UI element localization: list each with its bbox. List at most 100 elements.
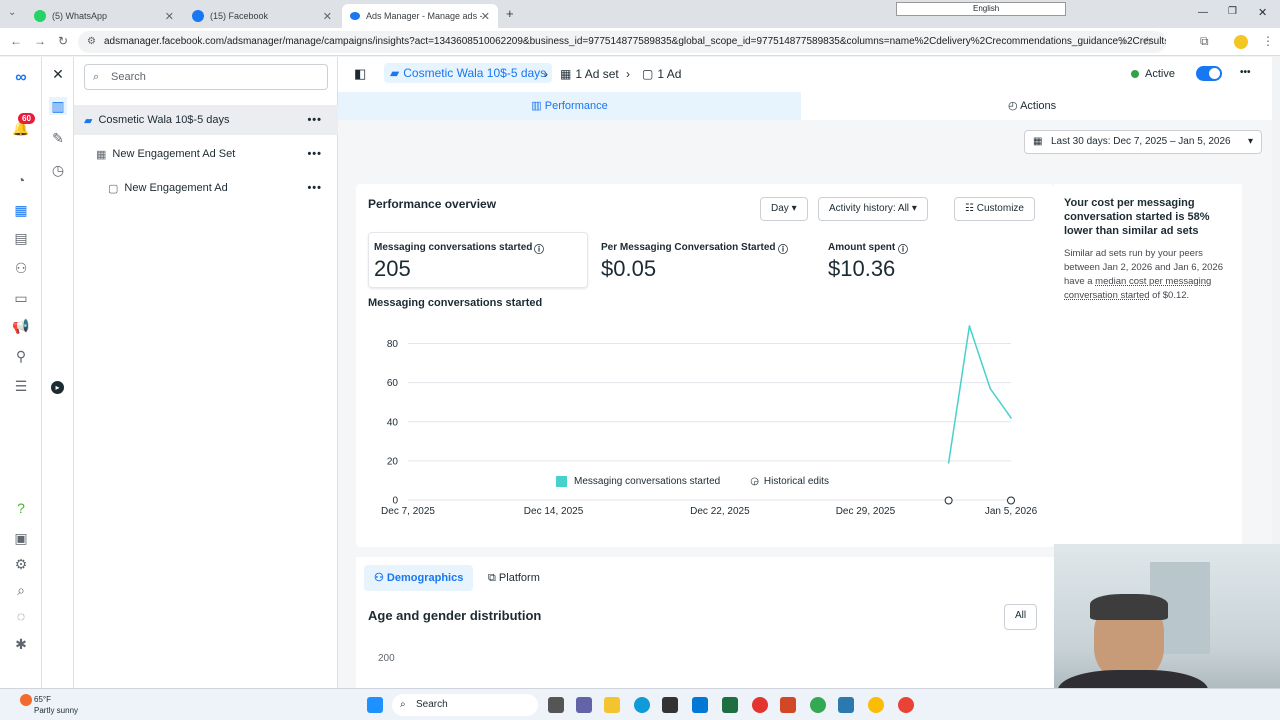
profile-avatar[interactable] [1234,35,1248,49]
start-icon[interactable] [367,697,383,713]
store-icon[interactable] [662,697,678,713]
chart-tool-icon[interactable]: ▥ [49,97,67,115]
notepad-icon[interactable] [838,697,854,713]
date-range-picker[interactable]: ▦ Last 30 days: Dec 7, 2025 – Jan 5, 202… [1024,130,1262,154]
meta-logo-icon[interactable]: ∞ [12,69,30,87]
extensions-icon[interactable]: ⧉ [1200,34,1209,49]
back-icon[interactable]: ← [10,34,22,48]
minimize-icon[interactable]: — [1198,7,1208,18]
metric-value: $0.05 [601,256,657,281]
folder-icon: ▰ [390,66,400,80]
more-options-icon[interactable]: ••• [307,182,322,194]
chrome-profile-2-icon[interactable] [898,697,914,713]
tab-demographics[interactable]: ⚇ Demographics [364,565,474,591]
tree-item-label: New Engagement Ad Set [112,148,236,160]
history-icon[interactable]: ◷ [49,161,67,179]
metric-value: $10.36 [828,256,896,281]
task-view-icon[interactable] [548,697,564,713]
tree-item-ad[interactable]: ▢ New Engagement Ad ••• [74,173,338,203]
search-icon: ⌕ [400,699,406,710]
audiences-icon[interactable]: ⚇ [12,259,30,277]
legend-series-label: Messaging conversations started [574,476,721,487]
taskbar-search[interactable]: ⌕ Search [392,694,538,716]
tab-facebook[interactable]: (15) Facebook ✕ [184,4,340,28]
maximize-icon[interactable]: ❐ [1228,6,1237,17]
tree-item-campaign[interactable]: ▰ Cosmetic Wala 10$-5 days ••• [74,105,338,135]
billing-icon[interactable]: ▭ [12,289,30,307]
tab-search-icon[interactable]: ⌄ [8,7,16,18]
chrome-menu-icon[interactable]: ⋮ [1262,34,1274,48]
weather-icon [20,694,32,706]
address-bar[interactable]: ⚙ adsmanager.facebook.com/adsmanager/man… [78,31,1166,53]
breadcrumb-adset-label: 1 Ad set [575,67,619,81]
more-options-icon[interactable]: ••• [1240,67,1251,78]
breadcrumb-adset[interactable]: ▦ 1 Ad set [560,67,619,81]
date-range-label: Last 30 days: Dec 7, 2025 – Jan 5, 2026 [1051,136,1231,147]
x-tick-label: Dec 14, 2025 [524,506,584,517]
y-tick-label: 80 [387,339,399,350]
close-panel-icon[interactable]: ✕ [49,65,67,83]
new-tab-icon[interactable]: + [506,6,514,21]
insight-heading: Your cost per messaging conversation sta… [1064,197,1210,237]
outlook-icon[interactable] [692,697,708,713]
reload-icon[interactable]: ↻ [58,34,68,48]
active-toggle[interactable] [1196,66,1222,81]
tab-ads-manager[interactable]: Ads Manager - Manage ads - C ✕ [342,4,498,28]
zoom-icon[interactable]: ⌕ [1120,34,1127,49]
settings-icon[interactable]: ⚙ [12,555,30,573]
teams-icon[interactable] [576,697,592,713]
news-icon[interactable]: ▣ [12,529,30,547]
breadcrumb-campaign[interactable]: ▰ Cosmetic Wala 10$-5 days [384,63,553,83]
account-icon[interactable]: ⚲ [12,347,30,365]
help-icon[interactable]: ? [12,499,30,517]
reports-icon[interactable]: ▤ [12,229,30,247]
weather-temp[interactable]: 65°F [34,695,51,704]
close-icon[interactable]: ✕ [165,10,174,23]
site-info-icon[interactable]: ⚙ [87,31,96,53]
more-options-icon[interactable]: ••• [307,148,322,160]
chrome-icon[interactable] [810,697,826,713]
historical-edit-marker-icon [1007,496,1015,505]
day-dropdown[interactable]: Day ▾ [760,197,808,221]
chrome-profile-icon[interactable] [868,697,884,713]
edit-icon[interactable]: ✎ [49,129,67,147]
gender-filter-dropdown[interactable]: All [1004,604,1038,630]
person-hat [1090,594,1168,620]
info-icon: ⓘ [778,245,788,256]
data-point [989,387,992,390]
toggle-panel-icon[interactable]: ◧ [354,66,366,82]
campaigns-table-icon[interactable]: ▦ [12,201,30,219]
bookmark-icon[interactable]: ☆ [1142,34,1153,48]
file-explorer-icon[interactable] [604,697,620,713]
customize-button[interactable]: ☷ Customize [954,197,1035,221]
search-icon[interactable]: ⌕ [12,581,30,599]
acrobat-icon[interactable] [752,697,768,713]
excel-icon[interactable] [722,697,738,713]
tab-whatsapp[interactable]: (5) WhatsApp ✕ [26,4,182,28]
messaging-line-chart: 0 20 40 60 80 Dec 7, 2025 Dec 14, 2025 Dec 22, … [381,325,1038,517]
tree-item-adset[interactable]: ▦ New Engagement Ad Set ••• [74,139,338,169]
more-options-icon[interactable]: ••• [307,114,322,126]
tab-platform[interactable]: ⧉ Platform [488,565,540,591]
menu-icon[interactable]: ☰ [12,377,30,395]
ads-icon[interactable]: 📢 [12,317,30,335]
activity-history-dropdown[interactable]: Activity history: All ▾ [818,197,928,221]
expand-icon[interactable]: ▸ [51,381,64,394]
edge-icon[interactable] [634,697,650,713]
tree-search-input[interactable]: ⌕ Search [84,64,328,90]
breadcrumb-ad[interactable]: ▢ 1 Ad [642,67,681,81]
close-icon[interactable]: ✕ [481,10,490,23]
powerpoint-icon[interactable] [780,697,796,713]
close-icon[interactable]: ✕ [323,10,332,23]
support-icon[interactable]: ◌ [12,607,30,625]
tab-performance[interactable]: ▥ Performance [338,92,801,120]
forward-icon[interactable]: → [34,34,46,48]
window-close-icon[interactable]: ✕ [1258,6,1267,19]
tab-actions-label: Actions [1020,100,1057,112]
bug-icon[interactable]: ✱ [12,635,30,653]
breadcrumb: ◧ ▰ Cosmetic Wala 10$-5 days › ▦ 1 Ad se… [338,57,1272,92]
chart-legend: Messaging conversations started ◶ Histor… [556,476,829,487]
dashboard-icon[interactable]: ◔ [12,171,30,189]
tab-actions[interactable]: ◴ Actions [1008,99,1056,112]
language-widget[interactable]: English [896,2,1066,16]
